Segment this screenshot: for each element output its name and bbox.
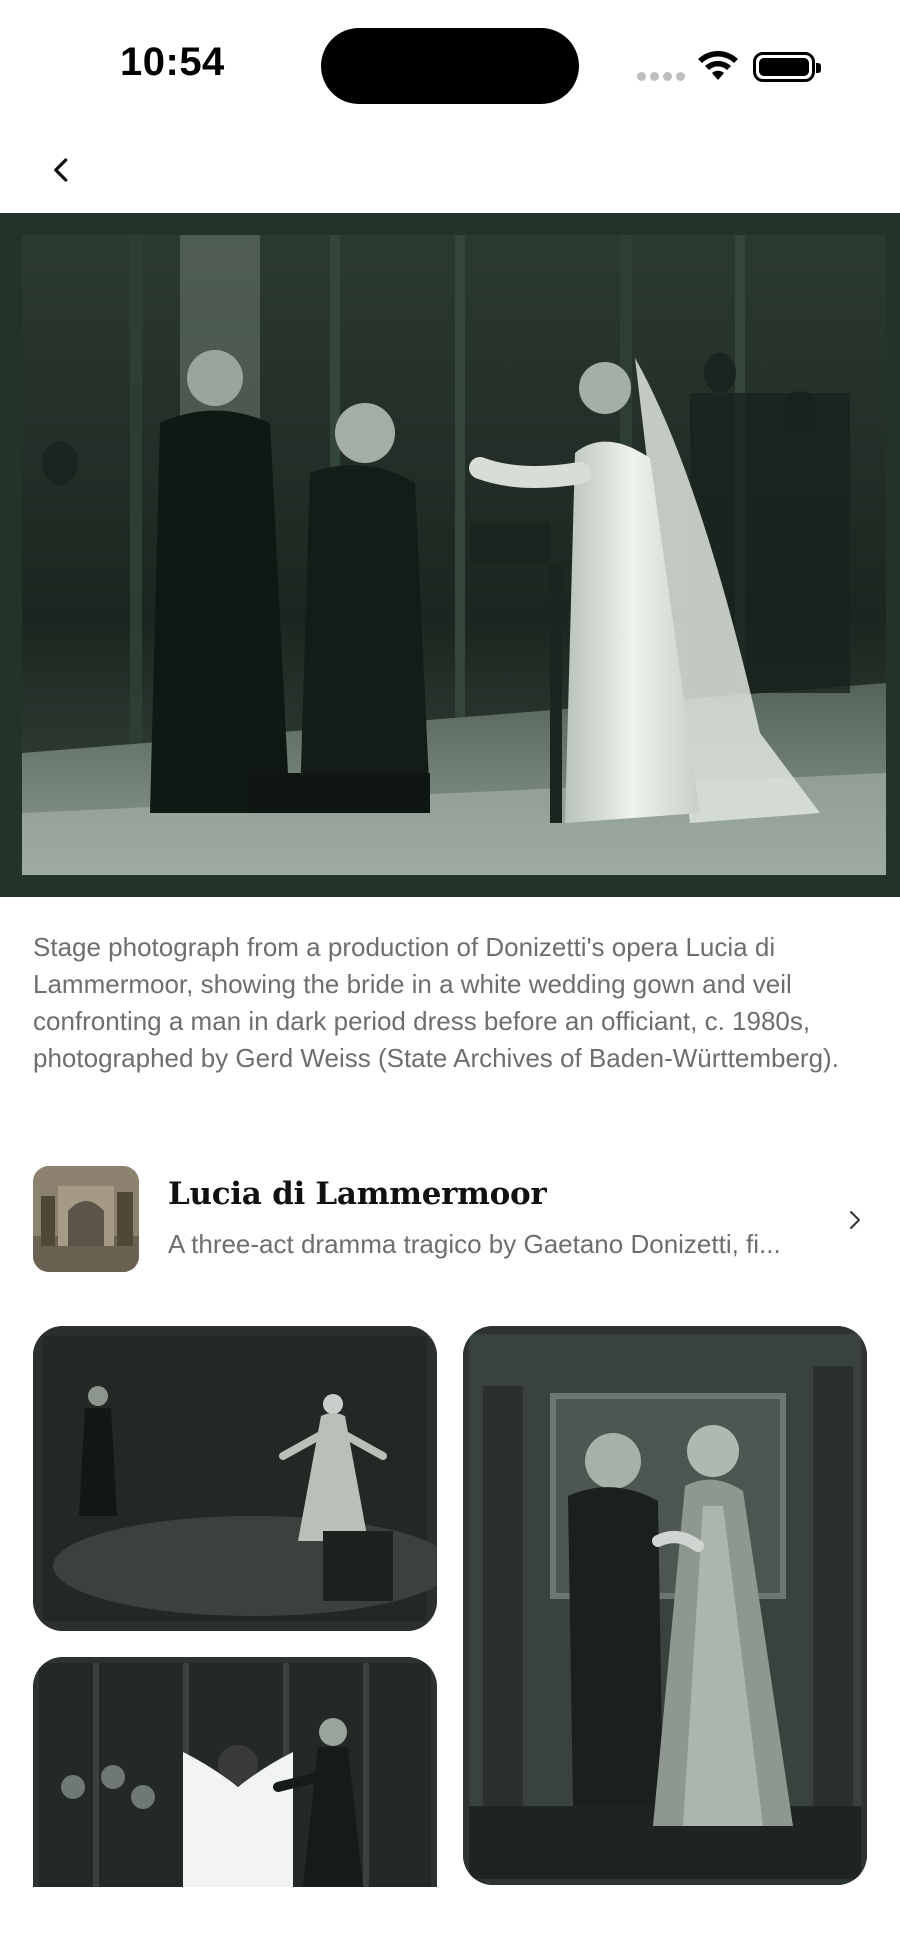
battery-icon — [753, 52, 821, 82]
gallery-photo-2[interactable] — [463, 1326, 867, 1885]
dynamic-island — [321, 28, 579, 104]
status-bar: 10:54 — [0, 0, 900, 130]
article-thumbnail — [33, 1166, 139, 1272]
wifi-icon — [696, 50, 740, 84]
hero-photo[interactable] — [0, 213, 900, 897]
article-title: Lucia di Lammermoor — [168, 1176, 547, 1212]
screen: 10:54 Stage photograph from a production… — [0, 0, 900, 1956]
gallery-photo-1[interactable] — [33, 1326, 437, 1631]
photo-caption: Stage photograph from a production of Do… — [33, 932, 839, 1073]
related-article-row[interactable]: Lucia di Lammermoor A three-act dramma t… — [33, 1166, 867, 1274]
chevron-right-icon — [850, 1211, 860, 1229]
back-button[interactable] — [40, 148, 84, 192]
status-time: 10:54 — [120, 40, 225, 84]
article-description: A three-act dramma tragico by Gaetano Do… — [168, 1229, 781, 1259]
chevron-left-icon — [54, 158, 68, 182]
gallery-photo-3[interactable] — [33, 1657, 437, 1887]
cellular-signal-icon — [637, 70, 685, 82]
hero-photo-image — [0, 213, 900, 897]
